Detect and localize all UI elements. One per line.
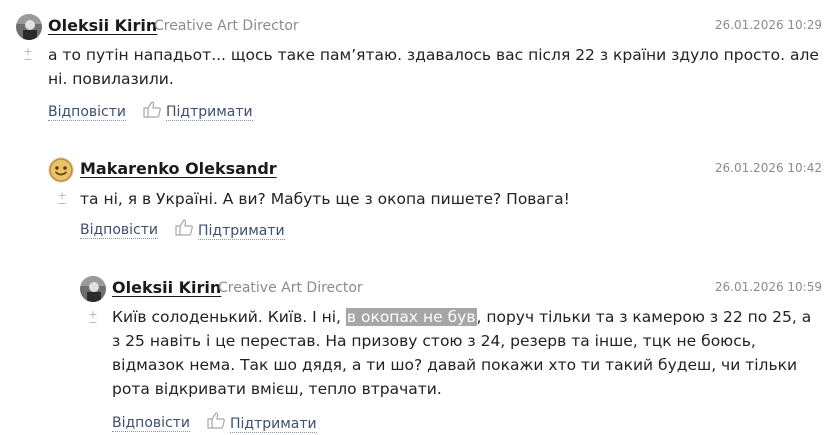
comment-text: та ні, я в Україні. А ви? Мабуть ще з ок… (80, 190, 570, 208)
author-role: Creative Art Director (154, 18, 299, 34)
reply-button[interactable]: Відповісти (112, 415, 190, 432)
author-name[interactable]: Oleksii Kirin (112, 278, 221, 297)
user-photo-icon (16, 14, 42, 40)
support-button[interactable]: Підтримати (166, 104, 253, 121)
support-button[interactable]: Підтримати (230, 416, 317, 433)
thumbs-up-icon[interactable] (142, 100, 162, 118)
avatar[interactable] (16, 14, 42, 40)
smiley-avatar-icon (48, 157, 74, 183)
comment-date: 26.01.2026 10:29 (714, 18, 822, 32)
comment-date: 26.01.2026 10:42 (714, 161, 822, 175)
thumbs-up-icon[interactable] (174, 218, 194, 236)
thumbs-up-icon[interactable] (206, 411, 226, 429)
comment-text: Київ солоденький. Київ. І ні, в окопах н… (112, 305, 824, 401)
plus-minus-vote-icon[interactable]: + − (22, 46, 34, 65)
reply-button[interactable]: Відповісти (48, 104, 126, 121)
comment-date: 26.01.2026 10:59 (714, 280, 822, 294)
selected-text: в окопах не був (345, 308, 477, 326)
reply-button[interactable]: Відповісти (80, 222, 158, 239)
user-photo-icon (80, 276, 106, 302)
comment-text: а то путін нападьот... щось таке пам’ята… (48, 46, 819, 88)
comment-text-part: Київ солоденький. Київ. І ні, (112, 308, 346, 326)
author-name[interactable]: Oleksii Kirin (48, 16, 157, 35)
author-name[interactable]: Makarenko Oleksandr (80, 159, 277, 178)
support-button[interactable]: Підтримати (198, 223, 285, 240)
avatar[interactable] (48, 157, 74, 183)
avatar[interactable] (80, 276, 106, 302)
plus-minus-vote-icon[interactable]: + − (87, 309, 99, 328)
author-role: Creative Art Director (218, 280, 363, 296)
plus-minus-vote-icon[interactable]: + − (56, 190, 68, 209)
